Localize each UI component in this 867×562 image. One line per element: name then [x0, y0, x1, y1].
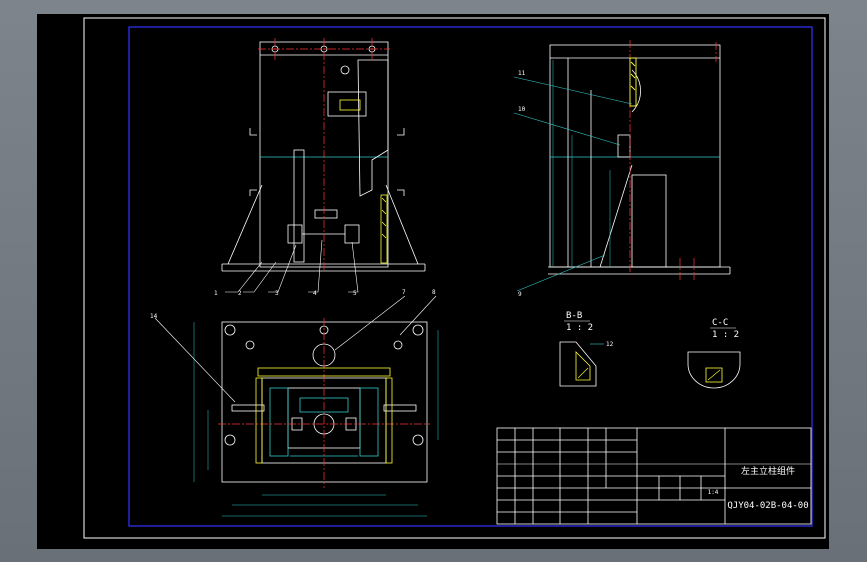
- balloon-5: 5: [353, 290, 357, 297]
- side-view-leaders: [513, 76, 633, 292]
- section-c-c: C-C 1 : 2: [687, 318, 741, 389]
- side-view-balloons: 11 10 9: [518, 70, 526, 298]
- balloon-1: 1: [214, 290, 218, 297]
- inner-border: [128, 26, 813, 527]
- balloon-2: 2: [238, 290, 242, 297]
- balloon-4: 4: [313, 290, 317, 297]
- balloon-12: 12: [606, 341, 614, 348]
- balloon-3: 3: [275, 290, 279, 297]
- scale-value: 1:4: [708, 489, 719, 496]
- balloon-8: 8: [432, 289, 436, 296]
- front-view-centerlines: [258, 38, 390, 272]
- top-view: [221, 321, 428, 483]
- front-view-accents: [339, 99, 388, 264]
- front-view-leaders: [225, 239, 359, 293]
- top-view-centerlines: [218, 318, 430, 488]
- drawing-number: QJY04-02B-04-00: [727, 501, 808, 511]
- cad-drawing: 1 2 3 4 5 11 10 9 14 7 8 B-B 1: 2 12 C-…: [83, 17, 826, 539]
- balloon-10: 10: [518, 106, 526, 113]
- top-view-balloons: 14 7 8: [150, 289, 436, 320]
- section-c-c-label: C-C: [712, 318, 728, 328]
- balloon-11: 11: [518, 70, 526, 77]
- side-view-dimensions: [552, 60, 611, 267]
- balloon-7: 7: [402, 289, 406, 296]
- front-view: [221, 41, 426, 272]
- section-b-b-label: B-B: [566, 311, 582, 321]
- top-view-dimensions: [193, 322, 439, 517]
- outer-border: [83, 17, 826, 539]
- balloon-9: 9: [518, 291, 522, 298]
- balloon-14: 14: [150, 313, 158, 320]
- section-c-c-scale: 1 : 2: [712, 330, 739, 340]
- top-view-leaders: [154, 295, 437, 403]
- side-view-centerlines: [629, 40, 717, 280]
- front-view-balloons: 1 2 3 4 5: [214, 290, 357, 297]
- section-b-b-scale: 1 : 2: [566, 323, 593, 333]
- side-view: [548, 44, 731, 275]
- part-name: 左主立柱组件: [741, 465, 795, 477]
- section-b-b: B-B 1 : 2 12: [559, 311, 614, 387]
- side-view-accents: [629, 57, 637, 107]
